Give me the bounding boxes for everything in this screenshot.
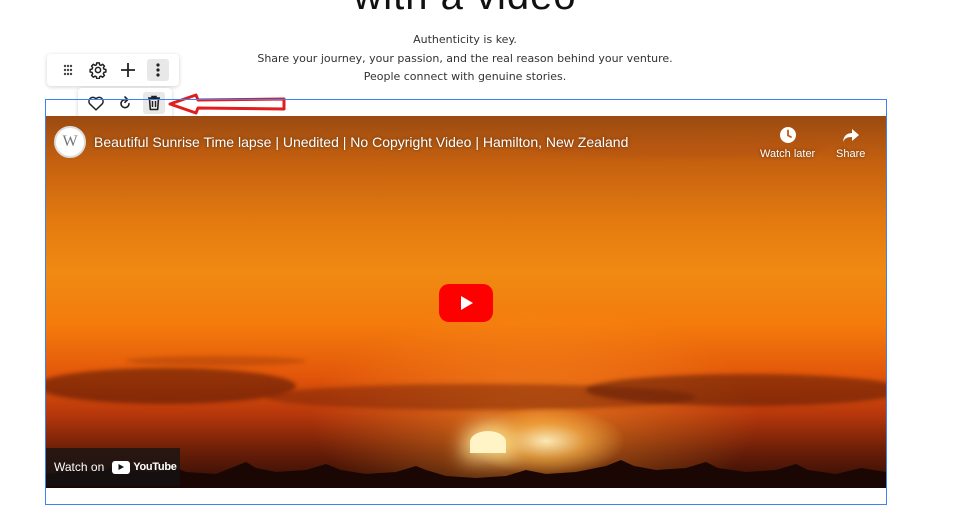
play-icon bbox=[461, 296, 473, 310]
share-label: Share bbox=[836, 148, 866, 160]
clock-icon bbox=[779, 127, 796, 143]
share-button[interactable]: Share bbox=[836, 126, 865, 160]
block-toolbar bbox=[47, 54, 179, 86]
video-title[interactable]: Beautiful Sunrise Time lapse | Unedited … bbox=[94, 134, 628, 150]
video-header: W Beautiful Sunrise Time lapse | Unedite… bbox=[54, 126, 628, 158]
play-button[interactable] bbox=[439, 284, 493, 322]
intro-line-1: Authenticity is key. bbox=[413, 33, 517, 46]
plus-icon[interactable] bbox=[117, 59, 139, 81]
youtube-play-icon bbox=[112, 460, 131, 474]
more-vertical-icon[interactable] bbox=[147, 59, 169, 81]
watch-later-button[interactable]: Watch later bbox=[760, 126, 815, 160]
watch-on-youtube-button[interactable]: Watch on YouTube bbox=[46, 448, 180, 486]
youtube-logo: YouTube bbox=[112, 460, 177, 474]
section-heading: with a video bbox=[0, 0, 930, 19]
cloud bbox=[586, 374, 886, 406]
channel-avatar[interactable]: W bbox=[54, 126, 86, 158]
cloud bbox=[126, 356, 306, 366]
cloud bbox=[46, 368, 296, 404]
drag-handle-icon[interactable] bbox=[57, 59, 79, 81]
gear-icon[interactable] bbox=[87, 59, 109, 81]
share-icon bbox=[842, 129, 859, 142]
youtube-wordmark: YouTube bbox=[133, 461, 177, 473]
youtube-embed[interactable]: W Beautiful Sunrise Time lapse | Unedite… bbox=[46, 116, 886, 488]
watch-on-label: Watch on bbox=[54, 460, 105, 474]
watch-later-label: Watch later bbox=[760, 148, 816, 160]
